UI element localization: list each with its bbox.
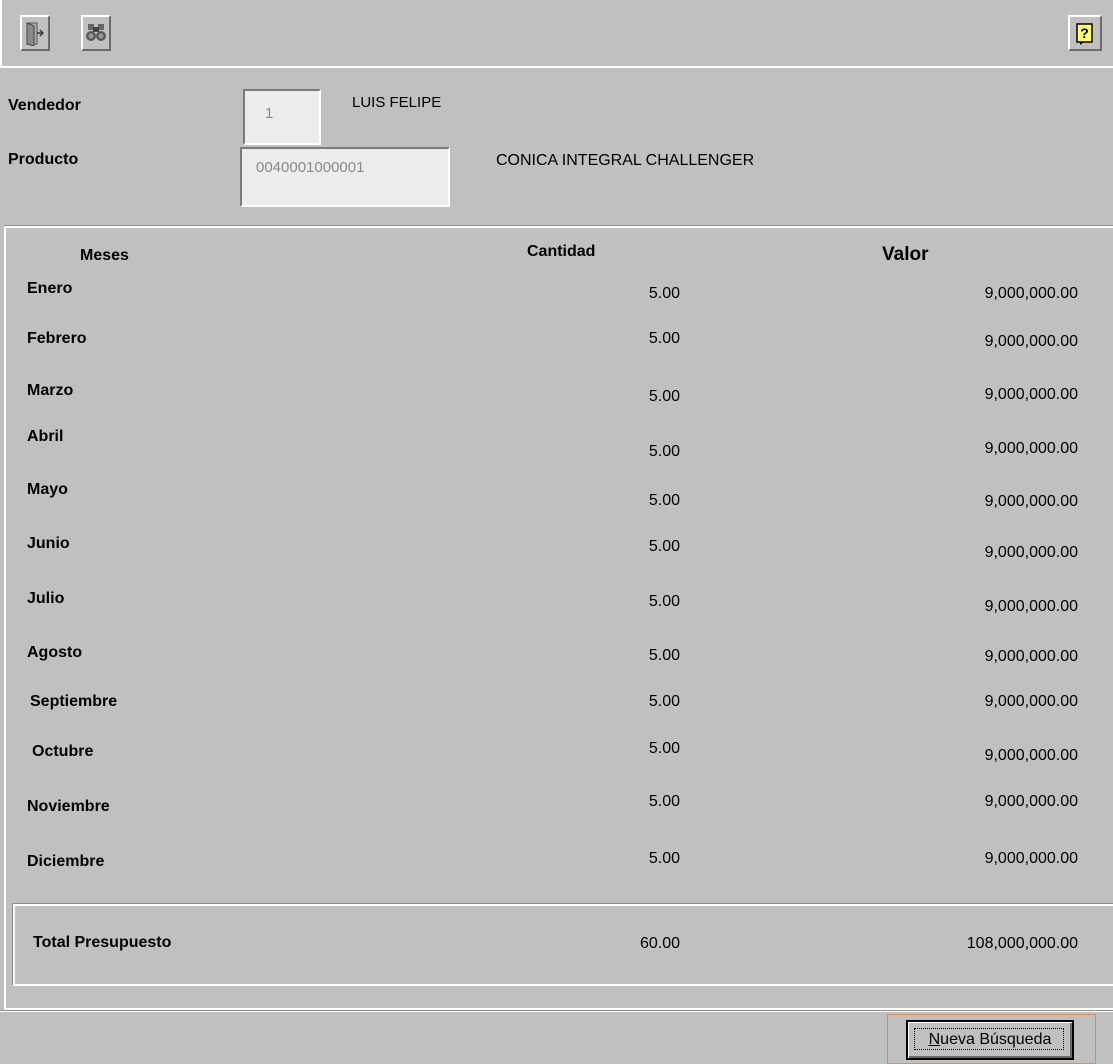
toolbar: ? xyxy=(0,0,1113,68)
row-valor: 9,000,000.00 xyxy=(984,598,1078,615)
bottom-divider-highlight xyxy=(0,1011,1113,1012)
svg-text:?: ? xyxy=(1080,25,1089,41)
new-search-button-focus-frame: Nueva Búsqueda xyxy=(887,1014,1096,1064)
header-meses: Meses xyxy=(80,247,129,264)
vendedor-code-value: 1 xyxy=(265,105,274,122)
row-cantidad: 5.00 xyxy=(648,538,680,555)
row-cantidad: 5.00 xyxy=(648,740,680,757)
vendedor-code-field[interactable]: 1 xyxy=(243,89,321,145)
row-cantidad: 5.00 xyxy=(648,330,680,347)
header-cantidad: Cantidad xyxy=(527,243,596,260)
row-cantidad: 5.00 xyxy=(648,793,680,810)
search-button[interactable] xyxy=(81,15,111,51)
row-month-febrero: Febrero xyxy=(27,330,87,347)
row-valor: 9,000,000.00 xyxy=(984,493,1078,510)
row-cantidad: 5.00 xyxy=(648,647,680,664)
new-search-accelerator: N xyxy=(928,1031,941,1048)
help-button[interactable]: ? xyxy=(1068,15,1102,51)
row-valor: 9,000,000.00 xyxy=(984,440,1078,457)
row-month-mayo: Mayo xyxy=(27,481,68,498)
total-label: Total Presupuesto xyxy=(33,934,172,951)
total-valor: 108,000,000.00 xyxy=(966,935,1078,952)
binoculars-icon xyxy=(86,24,106,41)
row-valor: 9,000,000.00 xyxy=(984,285,1078,302)
row-month-abril: Abril xyxy=(27,428,64,445)
row-valor: 9,000,000.00 xyxy=(984,544,1078,561)
total-cantidad: 60.00 xyxy=(639,935,680,952)
row-valor: 9,000,000.00 xyxy=(984,850,1078,867)
row-valor: 9,000,000.00 xyxy=(984,386,1078,403)
vendedor-name: LUIS FELIPE xyxy=(352,94,442,111)
row-valor: 9,000,000.00 xyxy=(984,793,1078,810)
row-valor: 9,000,000.00 xyxy=(984,747,1078,764)
producto-code-value: 0040001000001 xyxy=(256,159,365,176)
vendedor-label: Vendedor xyxy=(8,97,81,114)
row-month-diciembre: Diciembre xyxy=(27,853,105,870)
producto-name: CONICA INTEGRAL CHALLENGER xyxy=(496,152,755,169)
row-cantidad: 5.00 xyxy=(648,285,680,302)
row-cantidad: 5.00 xyxy=(648,593,680,610)
new-search-label: Nueva Búsqueda xyxy=(908,1031,1072,1049)
new-search-label-rest: ueva Búsqueda xyxy=(940,1031,1052,1048)
row-month-marzo: Marzo xyxy=(27,382,74,399)
row-month-septiembre: Septiembre xyxy=(30,693,118,710)
row-month-octubre: Octubre xyxy=(32,743,94,760)
producto-label: Producto xyxy=(8,151,79,168)
row-cantidad: 5.00 xyxy=(648,388,680,405)
row-cantidad: 5.00 xyxy=(648,693,680,710)
row-cantidad: 5.00 xyxy=(648,443,680,460)
row-month-agosto: Agosto xyxy=(27,644,83,661)
row-month-noviembre: Noviembre xyxy=(27,798,110,815)
row-cantidad: 5.00 xyxy=(648,850,680,867)
row-month-junio: Junio xyxy=(27,535,70,552)
row-valor: 9,000,000.00 xyxy=(984,648,1078,665)
exit-button[interactable] xyxy=(20,15,50,51)
exit-door-icon xyxy=(26,22,44,46)
producto-code-field[interactable]: 0040001000001 xyxy=(240,147,450,207)
row-cantidad: 5.00 xyxy=(648,492,680,509)
row-month-enero: Enero xyxy=(27,280,73,297)
new-search-button[interactable]: Nueva Búsqueda xyxy=(906,1020,1074,1060)
help-question-icon: ? xyxy=(1076,23,1093,45)
header-valor: Valor xyxy=(882,244,929,265)
row-month-julio: Julio xyxy=(27,590,65,607)
row-valor: 9,000,000.00 xyxy=(984,333,1078,350)
row-valor: 9,000,000.00 xyxy=(984,693,1078,710)
